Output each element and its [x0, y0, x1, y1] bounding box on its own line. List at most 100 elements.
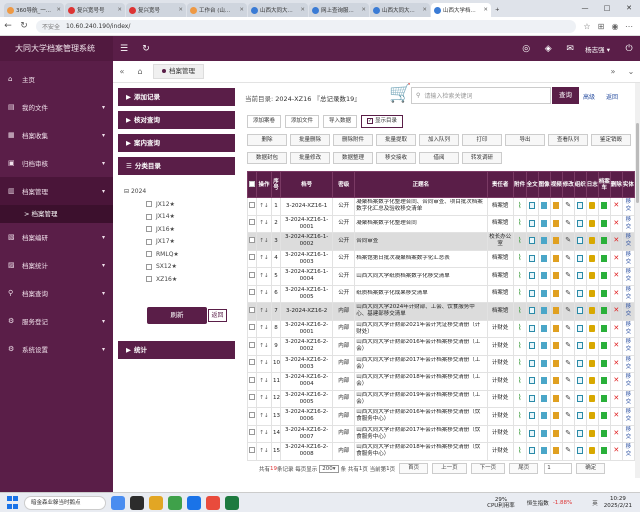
attachment-cell[interactable]: ⌇: [512, 389, 527, 408]
image-cell[interactable]: [537, 389, 551, 408]
modify-icon[interactable]: ✎: [565, 324, 571, 332]
row-checkbox[interactable]: [246, 424, 258, 443]
organize-cell[interactable]: [573, 424, 587, 443]
action-button[interactable]: 导出: [505, 134, 545, 146]
attachment-icon[interactable]: ⌇: [518, 323, 522, 332]
modify-cell[interactable]: ✎: [561, 337, 575, 356]
fulltext-icon[interactable]: [529, 394, 536, 402]
log-icon[interactable]: [589, 429, 596, 437]
log-cell[interactable]: [585, 424, 599, 443]
video-icon[interactable]: [553, 202, 560, 210]
attachment-icon[interactable]: ⌇: [518, 288, 522, 297]
log-icon[interactable]: [589, 394, 596, 402]
back-nav-icon[interactable]: ←: [0, 21, 16, 31]
delete-cell[interactable]: ✕: [609, 284, 623, 303]
table-row[interactable]: ↑↓ 15 3-2024-XZ16-2-0008 内部 山西大同大学计财部2018年会计…: [246, 442, 636, 461]
table-row[interactable]: ↑↓ 6 3-2024-XZ16-1-0005 公开 纸质档案数字化成果移交清单 档案馆 ⌇…: [246, 284, 636, 303]
organize-icon[interactable]: [577, 412, 584, 420]
log-cell[interactable]: [585, 197, 599, 216]
modify-icon[interactable]: ✎: [565, 254, 571, 262]
image-icon[interactable]: [541, 429, 548, 437]
fulltext-cell[interactable]: [525, 319, 539, 338]
attachment-cell[interactable]: ⌇: [512, 319, 527, 338]
fulltext-icon[interactable]: [529, 237, 536, 245]
organize-cell[interactable]: [573, 389, 587, 408]
log-icon[interactable]: [589, 237, 596, 245]
fulltext-cell[interactable]: [525, 407, 539, 426]
sidebar-item[interactable]: ⌂ 主页: [0, 65, 113, 93]
entity-cell[interactable]: 移交: [621, 407, 636, 426]
log-icon[interactable]: [589, 219, 596, 227]
url-field[interactable]: 不安全 10.60.240.190/index/: [36, 19, 576, 33]
sidebar-item[interactable]: ▥ 档案管理 ▾: [0, 177, 113, 205]
delete-icon[interactable]: ✕: [613, 289, 619, 297]
select-all-checkbox[interactable]: [249, 180, 255, 187]
close-tab-icon[interactable]: ✕: [483, 7, 488, 13]
verify-query-button[interactable]: ▶ 核对查询: [118, 111, 235, 129]
language-indicator[interactable]: 英: [592, 499, 598, 507]
delete-cell[interactable]: ✕: [609, 249, 623, 268]
image-cell[interactable]: [537, 232, 551, 251]
fulltext-icon[interactable]: [529, 359, 536, 367]
video-cell[interactable]: [549, 232, 563, 251]
fulltext-icon[interactable]: [529, 289, 536, 297]
page-number-input[interactable]: 1: [544, 463, 573, 474]
sort-arrows-icon[interactable]: ↑↓: [256, 284, 273, 303]
advanced-search-link[interactable]: 高级: [583, 92, 595, 101]
taskbar-app-icon[interactable]: [130, 495, 144, 510]
delete-cell[interactable]: ✕: [609, 319, 623, 338]
delete-icon[interactable]: ✕: [613, 201, 619, 209]
browser-tab[interactable]: 山西大同大... ✕: [370, 3, 430, 17]
image-cell[interactable]: [537, 319, 551, 338]
close-tab-icon[interactable]: ✕: [56, 7, 61, 13]
fulltext-cell[interactable]: [525, 232, 539, 251]
organize-icon[interactable]: [577, 237, 584, 245]
action-button[interactable]: 数据封包: [247, 152, 287, 164]
fulltext-cell[interactable]: [525, 354, 539, 373]
cart-add-cell[interactable]: [597, 249, 611, 268]
image-icon[interactable]: [541, 412, 548, 420]
organize-cell[interactable]: [573, 214, 587, 233]
fulltext-cell[interactable]: [525, 284, 539, 303]
delete-cell[interactable]: ✕: [609, 337, 623, 356]
log-icon[interactable]: [589, 324, 596, 332]
search-button[interactable]: 查询: [552, 87, 579, 104]
browser-tab[interactable]: 网上查询服... ✕: [309, 3, 369, 17]
sort-arrows-icon[interactable]: ↑↓: [256, 389, 273, 408]
entity-cell[interactable]: 移交: [621, 372, 636, 391]
browser-tab[interactable]: 山西大学档... ✕: [431, 3, 491, 17]
stats-button[interactable]: ▶ 统计: [118, 341, 235, 359]
image-cell[interactable]: [537, 407, 551, 426]
attachment-cell[interactable]: ⌇: [512, 214, 527, 233]
entity-icon[interactable]: 移交: [626, 374, 632, 387]
video-icon[interactable]: [553, 307, 560, 315]
image-icon[interactable]: [541, 394, 548, 402]
show-path-checkbox[interactable]: ✓ 显示目录: [361, 115, 404, 128]
image-icon[interactable]: [541, 359, 548, 367]
delete-icon[interactable]: ✕: [613, 429, 619, 437]
cart-add-cell[interactable]: [597, 337, 611, 356]
sidebar-item[interactable]: ▤ 我的文件 ▾: [0, 93, 113, 121]
image-cell[interactable]: [537, 267, 551, 286]
action-button[interactable]: 批量删除: [290, 134, 330, 146]
log-icon[interactable]: [589, 447, 596, 455]
attachment-icon[interactable]: ⌇: [518, 218, 522, 227]
modify-cell[interactable]: ✎: [561, 284, 575, 303]
image-icon[interactable]: [541, 307, 548, 315]
close-tab-icon[interactable]: ✕: [239, 7, 244, 13]
row-checkbox[interactable]: [246, 319, 258, 338]
sidebar-subitem-archive-manage[interactable]: > 档案管理: [0, 205, 113, 223]
video-cell[interactable]: [549, 302, 563, 321]
log-icon[interactable]: [589, 359, 596, 367]
log-cell[interactable]: [585, 337, 599, 356]
log-cell[interactable]: [585, 319, 599, 338]
new-tab-button[interactable]: +: [492, 3, 506, 17]
cart-add-cell[interactable]: [597, 284, 611, 303]
video-icon[interactable]: [553, 272, 560, 280]
image-cell[interactable]: [537, 337, 551, 356]
action-button[interactable]: 移交接收: [376, 152, 416, 164]
row-checkbox[interactable]: [246, 372, 258, 391]
image-icon[interactable]: [541, 342, 548, 350]
sort-arrows-icon[interactable]: ↑↓: [256, 319, 273, 338]
close-window-button[interactable]: ✕: [618, 0, 640, 17]
